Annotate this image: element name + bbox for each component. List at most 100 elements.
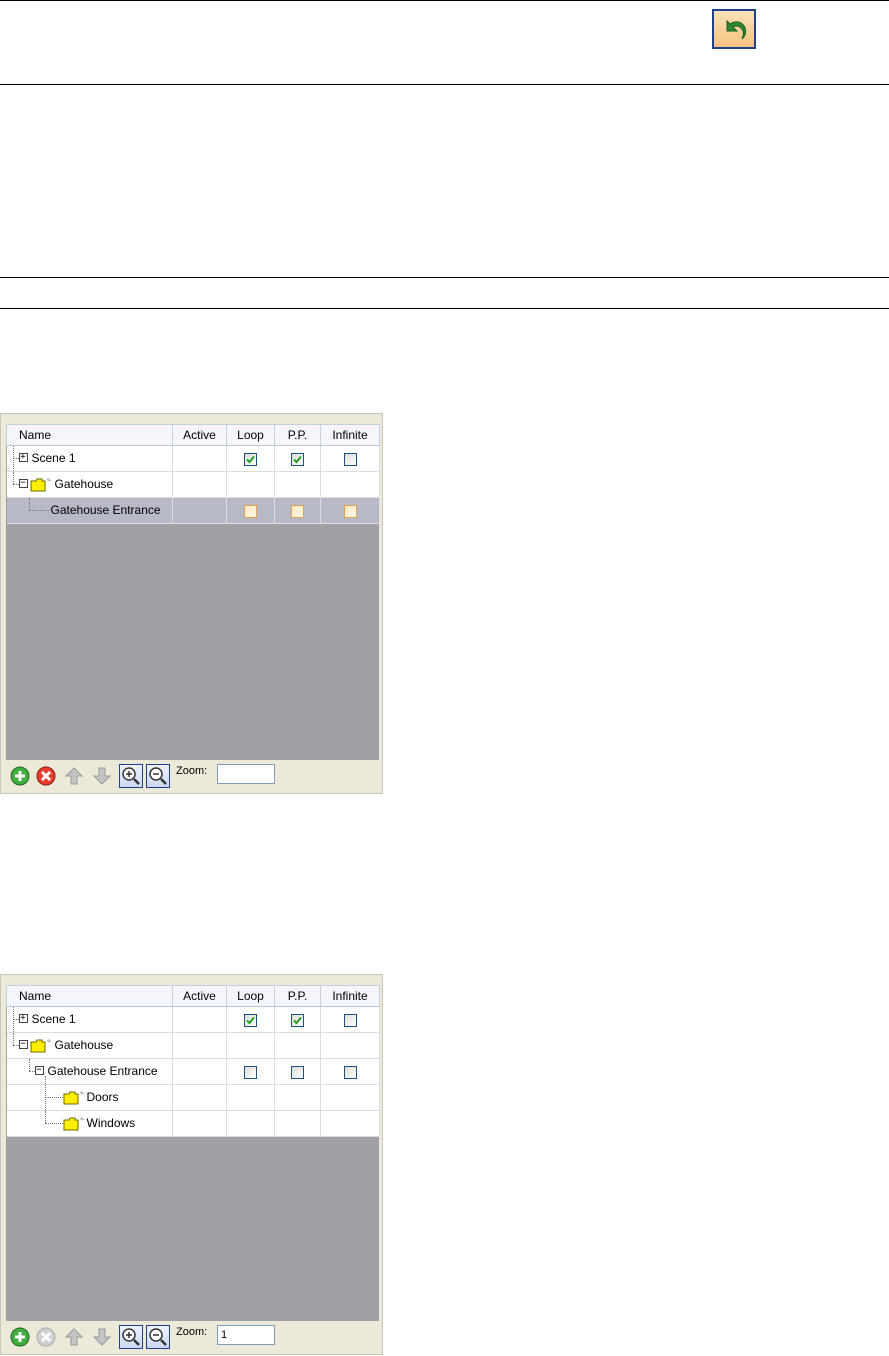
checkmark-icon (293, 1016, 302, 1025)
infinite-checkbox[interactable] (343, 1065, 357, 1079)
collapse-icon[interactable]: − (18, 479, 28, 488)
move-up-button[interactable] (62, 1325, 86, 1349)
tree-item-label[interactable]: Gatehouse (55, 477, 114, 491)
move-down-button[interactable] (90, 764, 114, 788)
zoom-in-icon (122, 767, 140, 785)
arrow-down-icon (92, 767, 112, 785)
tree-line (44, 1097, 63, 1098)
loop-checkbox[interactable] (244, 1013, 257, 1027)
zoom-input[interactable] (217, 764, 275, 784)
tree-item-label[interactable]: Gatehouse Entrance (48, 1064, 158, 1078)
column-header-infinite[interactable]: Infinite (320, 424, 380, 446)
tree-row-gatehouse-entrance[interactable]: − Gatehouse Entrance (6, 1058, 380, 1085)
tree-row-gatehouse[interactable]: − Gatehouse (6, 471, 380, 498)
active-cell (172, 1006, 227, 1033)
pp-checkbox[interactable] (291, 1013, 304, 1027)
expand-icon[interactable]: + (18, 1014, 28, 1023)
folder-icon (63, 1091, 84, 1105)
zoom-input[interactable] (217, 1325, 275, 1345)
column-header-infinite[interactable]: Infinite (320, 985, 380, 1007)
delete-icon (36, 766, 56, 786)
tree-toolbar: Zoom: (6, 760, 379, 790)
tree-item-label[interactable]: Scene 1 (32, 451, 76, 465)
add-button[interactable] (8, 764, 32, 788)
column-header-name[interactable]: Name (6, 424, 173, 446)
zoom-label: Zoom: (176, 1326, 208, 1338)
scene-tree-panel-2: Name Active Loop P.P. Infinite + Scene 1 (0, 974, 383, 1355)
tree-line (28, 1059, 30, 1071)
zoom-in-button[interactable] (119, 764, 143, 788)
scene-tree-table: Name Active Loop P.P. Infinite + Scene 1 (6, 424, 380, 524)
tree-row-scene-1[interactable]: + Scene 1 (6, 445, 380, 472)
arrow-up-icon (64, 767, 84, 785)
pp-checkbox[interactable] (291, 1065, 304, 1079)
checkmark-icon (246, 455, 255, 464)
tree-row-gatehouse-entrance[interactable]: Gatehouse Entrance (6, 497, 380, 524)
tree-item-label[interactable]: Doors (87, 1090, 119, 1104)
zoom-out-button[interactable] (146, 764, 170, 788)
zoom-out-button[interactable] (146, 1325, 170, 1349)
delete-button[interactable] (34, 764, 58, 788)
scene-tree-table: Name Active Loop P.P. Infinite + Scene 1 (6, 985, 380, 1137)
add-button[interactable] (8, 1325, 32, 1349)
tree-item-label[interactable]: Gatehouse Entrance (51, 503, 161, 517)
tree-line (44, 1123, 63, 1124)
tree-row-windows[interactable]: Windows (6, 1110, 380, 1137)
tree-row-doors[interactable]: Doors (6, 1084, 380, 1111)
column-header-name[interactable]: Name (6, 985, 173, 1007)
tree-item-label[interactable]: Windows (87, 1116, 136, 1130)
move-up-button[interactable] (62, 764, 86, 788)
zoom-label: Zoom: (176, 765, 208, 777)
tree-row-gatehouse[interactable]: − Gatehouse (6, 1032, 380, 1059)
scene-tree-panel-1: Name Active Loop P.P. Infinite + Scene 1 (0, 413, 383, 794)
tree-row-scene-1[interactable]: + Scene 1 (6, 1006, 380, 1033)
pp-checkbox[interactable] (291, 504, 304, 518)
checkmark-icon (293, 455, 302, 464)
arrow-down-icon (92, 1328, 112, 1346)
divider (0, 84, 889, 85)
checkmark-icon (246, 1016, 255, 1025)
add-icon (10, 1327, 30, 1347)
column-header-pp[interactable]: P.P. (274, 424, 321, 446)
divider (0, 277, 889, 278)
delete-button[interactable] (34, 1325, 58, 1349)
add-icon (10, 766, 30, 786)
collapse-icon[interactable]: − (18, 1040, 28, 1049)
column-header-loop[interactable]: Loop (226, 985, 275, 1007)
tree-toolbar: Zoom: (6, 1321, 379, 1351)
scene-tree-grid: Name Active Loop P.P. Infinite + Scene 1 (6, 985, 380, 1321)
infinite-checkbox[interactable] (343, 452, 357, 466)
tree-line (44, 1111, 46, 1123)
loop-checkbox[interactable] (244, 504, 257, 518)
tree-line (12, 1033, 14, 1045)
tree-item-label[interactable]: Gatehouse (55, 1038, 114, 1052)
tree-line (12, 472, 14, 484)
delete-icon (36, 1327, 56, 1347)
infinite-checkbox[interactable] (343, 1013, 357, 1027)
zoom-out-icon (149, 767, 167, 785)
zoom-in-button[interactable] (119, 1325, 143, 1349)
infinite-checkbox[interactable] (343, 504, 357, 518)
loop-checkbox[interactable] (244, 1065, 257, 1079)
loop-checkbox[interactable] (244, 452, 257, 466)
folder-icon (63, 1117, 84, 1131)
pp-checkbox[interactable] (291, 452, 304, 466)
divider (0, 308, 889, 309)
column-header-row: Name Active Loop P.P. Infinite (6, 985, 380, 1007)
column-header-active[interactable]: Active (172, 424, 227, 446)
tree-line (28, 510, 49, 511)
collapse-icon[interactable]: − (34, 1066, 44, 1075)
tree-item-label[interactable]: Scene 1 (32, 1012, 76, 1026)
arrow-up-icon (64, 1328, 84, 1346)
folder-icon (30, 478, 51, 492)
column-header-pp[interactable]: P.P. (274, 985, 321, 1007)
column-header-active[interactable]: Active (172, 985, 227, 1007)
undo-button[interactable] (712, 9, 756, 49)
column-header-row: Name Active Loop P.P. Infinite (6, 424, 380, 446)
expand-icon[interactable]: + (18, 453, 28, 462)
scene-tree-grid: Name Active Loop P.P. Infinite + Scene 1 (6, 424, 380, 760)
tree-line (28, 498, 30, 510)
move-down-button[interactable] (90, 1325, 114, 1349)
zoom-out-icon (149, 1328, 167, 1346)
column-header-loop[interactable]: Loop (226, 424, 275, 446)
